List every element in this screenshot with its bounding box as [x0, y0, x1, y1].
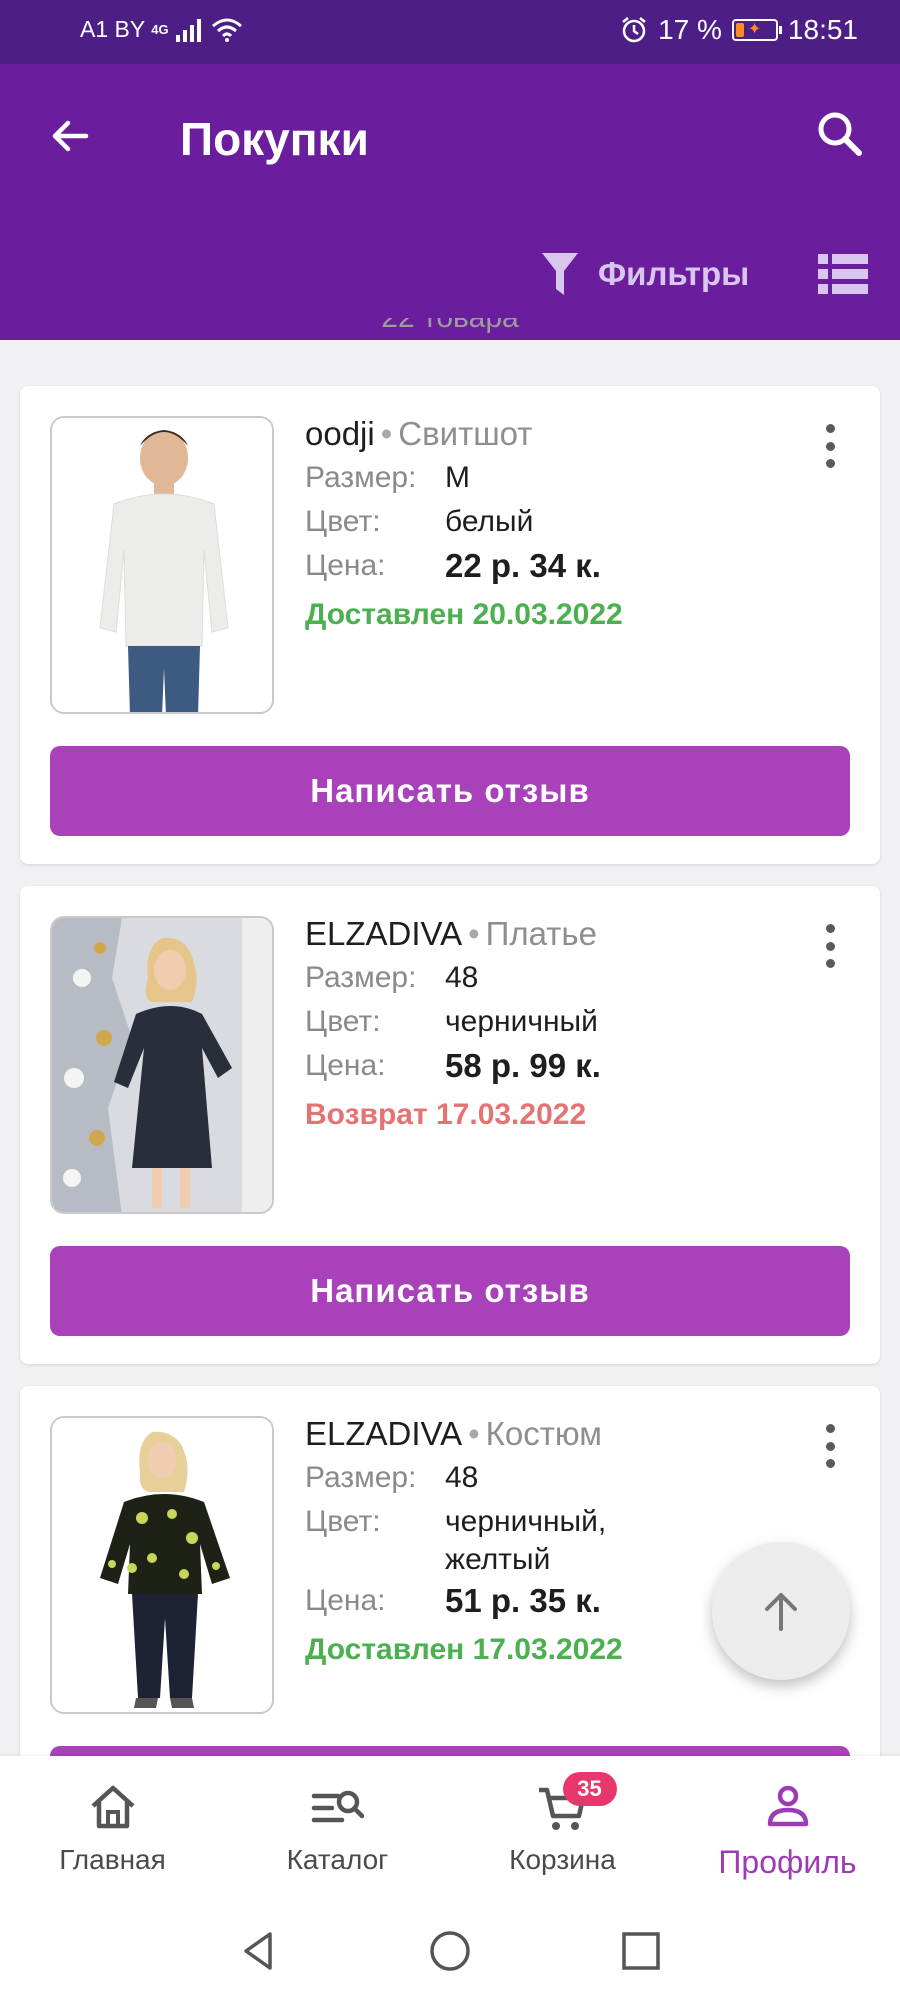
product-info: ELZADIVA • Платье Размер: 48 Цвет: черничный… [305, 912, 775, 1140]
brand-name: oodji [305, 415, 375, 452]
order-card: ELZADIVA • Платье Размер: 48 Цвет: черничный… [20, 886, 880, 1364]
price-row: Цена: 58 р. 99 к. [305, 1044, 775, 1088]
color-label: Цвет: [305, 505, 381, 538]
product-image[interactable] [50, 416, 274, 714]
product-title[interactable]: ELZADIVA • Костюм [305, 1412, 775, 1456]
size-row: Размер: 48 [305, 1456, 775, 1500]
color-label: Цвет: [305, 1505, 381, 1538]
arrow-up-icon [765, 1593, 797, 1631]
delivery-status: Доставлен 20.03.2022 [305, 598, 623, 631]
product-title[interactable]: oodji • Свитшот [305, 412, 775, 456]
home-icon [90, 1785, 135, 1829]
price-value: 51 р. 35 к. [445, 1582, 601, 1619]
funnel-icon [542, 253, 578, 295]
nav-label: Корзина [509, 1844, 616, 1875]
status-right: 17 % ✦ 18:51 [620, 14, 858, 46]
price-value: 22 р. 34 к. [445, 547, 601, 584]
color-value: черничный, желтый [445, 1505, 607, 1576]
color-label: Цвет: [305, 1005, 381, 1038]
product-image[interactable] [50, 916, 274, 1214]
color-row: Цвет: черничный, желтый [305, 1500, 775, 1579]
cart-badge: 35 [562, 1772, 617, 1806]
nav-home[interactable]: Главная [0, 1756, 225, 1900]
product-image[interactable] [50, 1416, 274, 1714]
signal-icon [175, 18, 201, 42]
color-value: белый [445, 505, 534, 538]
size-row: Размер: 48 [305, 956, 775, 1000]
size-label: Размер: [305, 461, 417, 494]
color-value: черничный [445, 1005, 598, 1038]
battery-icon: ✦ [731, 19, 782, 41]
system-back-icon[interactable] [234, 1926, 284, 1976]
color-row: Цвет: белый [305, 500, 775, 544]
brand-name: ELZADIVA [305, 915, 463, 952]
product-info: ELZADIVA • Костюм Размер: 48 Цвет: черничный… [305, 1412, 775, 1675]
category-name: Костюм [485, 1415, 602, 1452]
color-row: Цвет: черничный [305, 1000, 775, 1044]
price-value: 58 р. 99 к. [445, 1047, 601, 1084]
price-label: Цена: [305, 1049, 386, 1082]
price-label: Цена: [305, 1584, 386, 1617]
scroll-top-button[interactable] [712, 1542, 850, 1680]
size-value: 48 [445, 1461, 479, 1494]
status-left: A1 BY 4G [80, 16, 243, 43]
network-label: 4G [151, 22, 169, 37]
system-recents-icon[interactable] [616, 1926, 666, 1976]
write-review-button[interactable]: Написать отзыв [50, 1246, 850, 1336]
nav-cart[interactable]: 35 Корзина [450, 1756, 675, 1900]
back-arrow-icon[interactable] [44, 110, 96, 162]
category-name: Платье [485, 915, 597, 952]
size-label: Размер: [305, 961, 417, 994]
battery-percent: 17 % [658, 14, 722, 45]
status-bar: A1 BY 4G 17 % ✦ 18:51 [0, 0, 900, 64]
page-title: Покупки [180, 113, 369, 165]
nav-label: Профиль [718, 1844, 857, 1880]
product-info: oodji • Свитшот Размер: M Цвет: белый Цена: 2… [305, 412, 775, 640]
delivery-status: Доставлен 17.03.2022 [305, 1633, 623, 1666]
nav-label: Каталог [286, 1844, 389, 1875]
brand-name: ELZADIVA [305, 1415, 463, 1452]
clock: 18:51 [787, 14, 858, 45]
price-row: Цена: 51 р. 35 к. [305, 1579, 775, 1623]
system-home-icon[interactable] [425, 1926, 475, 1976]
nav-profile[interactable]: Профиль [675, 1756, 900, 1900]
filter-label: Фильтры [598, 255, 750, 292]
more-options-icon[interactable] [820, 924, 840, 968]
size-label: Размер: [305, 1461, 417, 1494]
price-label: Цена: [305, 549, 386, 582]
profile-icon [767, 1785, 808, 1827]
order-card: oodji • Свитшот Размер: M Цвет: белый Цена: 2… [20, 386, 880, 864]
more-options-icon[interactable] [820, 424, 840, 468]
filter-button[interactable]: Фильтры [540, 244, 749, 304]
size-row: Размер: M [305, 456, 775, 500]
product-title[interactable]: ELZADIVA • Платье [305, 912, 775, 956]
category-name: Свитшот [398, 415, 533, 452]
system-navigation [0, 1900, 900, 2000]
carrier-label: A1 BY [80, 16, 146, 42]
alarm-icon [622, 17, 646, 43]
search-icon[interactable] [812, 106, 868, 162]
nav-label: Главная [59, 1844, 166, 1875]
bottom-navigation: Главная Каталог 35 Корзина Профиль [0, 1756, 900, 1900]
write-review-button[interactable]: Написать отзыв [50, 746, 850, 836]
wifi-icon [211, 18, 242, 42]
price-row: Цена: 22 р. 34 к. [305, 544, 775, 588]
size-value: 48 [445, 961, 479, 994]
more-options-icon[interactable] [820, 1424, 840, 1468]
nav-catalog[interactable]: Каталог [225, 1756, 450, 1900]
catalog-search-icon [311, 1790, 364, 1823]
app-bar: Покупки Фильтры [0, 64, 900, 340]
items-count: 22 товара [0, 318, 900, 340]
size-value: M [445, 461, 470, 494]
list-view-icon[interactable] [818, 252, 868, 296]
return-status: Возврат 17.03.2022 [305, 1098, 587, 1131]
